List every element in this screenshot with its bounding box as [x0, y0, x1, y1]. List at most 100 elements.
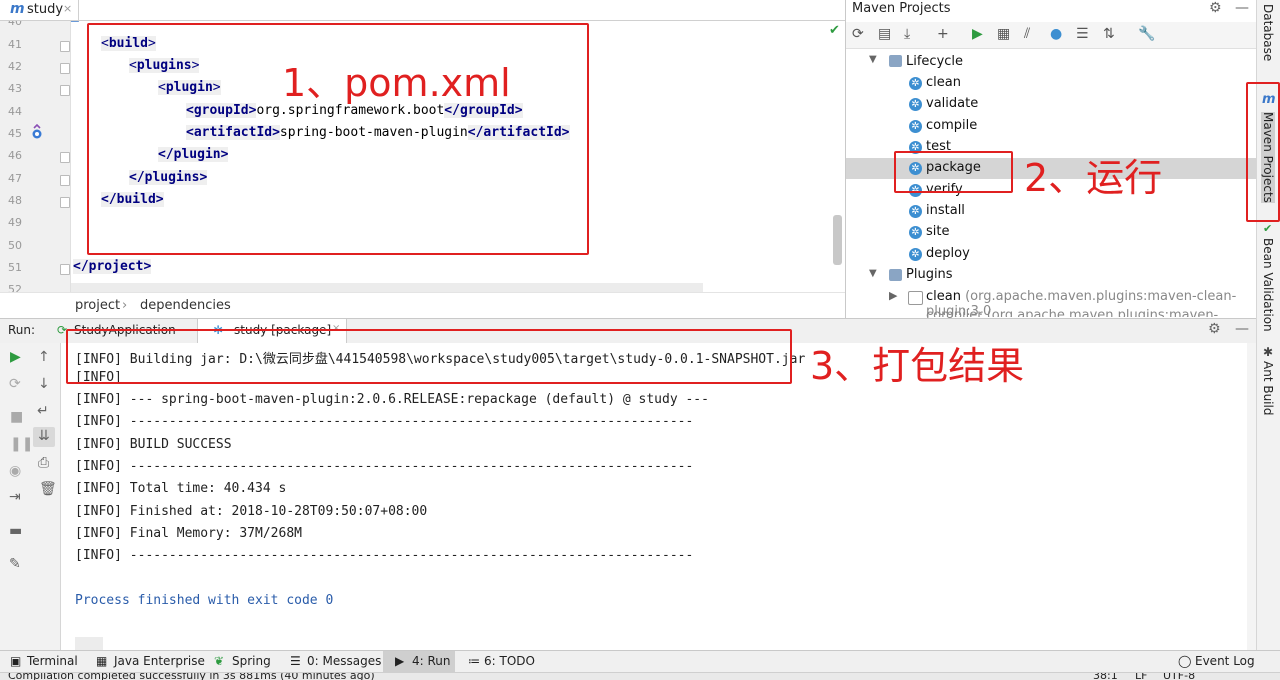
- exit-message: Process finished with exit code 0: [75, 593, 334, 608]
- side-tab-bean-validation[interactable]: Bean Validation: [1261, 238, 1275, 332]
- code-line-51: </project>: [73, 259, 152, 274]
- lifecycle-goal[interactable]: compile: [926, 118, 977, 133]
- messages-icon: ☰: [290, 654, 301, 668]
- console-cursor-area: [75, 637, 103, 650]
- tool-tab-run-active[interactable]: ▶ 4: Run: [383, 651, 455, 673]
- breadcrumb: project › dependencies: [0, 292, 845, 318]
- line-number: 43: [8, 82, 22, 95]
- line-number: 40: [8, 21, 22, 28]
- tool-tab-spring[interactable]: Spring: [232, 654, 271, 668]
- execute-goal-icon[interactable]: ▦: [997, 26, 1010, 42]
- stop-icon[interactable]: ■: [10, 409, 23, 425]
- skip-tests-icon[interactable]: ●: [1050, 26, 1062, 42]
- annotation-box-maven-tab: [1246, 82, 1280, 222]
- scroll-to-end-toggle[interactable]: ⇊: [33, 427, 55, 447]
- line-number: 50: [8, 239, 22, 252]
- chevron-down-icon[interactable]: ▼: [869, 268, 877, 279]
- add-icon[interactable]: +: [937, 26, 949, 42]
- generate-sources-icon[interactable]: ▤: [878, 26, 891, 42]
- close-icon[interactable]: ×: [63, 2, 72, 15]
- breadcrumb-separator: ›: [122, 298, 128, 313]
- refresh-icon[interactable]: ⟳: [852, 26, 864, 42]
- line-number: 48: [8, 194, 22, 207]
- spring-icon: ❦: [214, 654, 225, 668]
- tool-tab-event-log[interactable]: Event Log: [1195, 654, 1255, 668]
- debug-icon[interactable]: ⟳: [9, 376, 21, 392]
- console-line: [INFO] Total time: 40.434 s: [75, 481, 287, 496]
- pin-icon[interactable]: ✎: [9, 556, 21, 572]
- maven-file-icon: m: [10, 1, 25, 17]
- pause-icon[interactable]: ❚❚: [10, 436, 33, 452]
- side-tab-database[interactable]: Database: [1261, 4, 1275, 61]
- breadcrumb-item[interactable]: dependencies: [140, 298, 231, 313]
- fold-marker[interactable]: [60, 41, 70, 52]
- layout-icon[interactable]: ▬: [9, 523, 22, 539]
- editor-tab-label: study: [27, 2, 64, 17]
- run-icon[interactable]: ▶: [972, 26, 983, 42]
- console-line: [INFO] ---------------------------------…: [75, 414, 694, 429]
- print-icon[interactable]: ⎙: [38, 455, 49, 471]
- tree-node-lifecycle[interactable]: Lifecycle: [906, 54, 963, 69]
- fold-marker[interactable]: [60, 264, 70, 275]
- annotation-step-2: 2、运行: [1024, 156, 1163, 200]
- fold-marker[interactable]: [60, 197, 70, 208]
- goal-gear-icon: ✲: [909, 205, 922, 218]
- gear-icon[interactable]: ⚙: [1208, 321, 1221, 337]
- minimize-icon[interactable]: —: [1235, 321, 1249, 337]
- plugin-icon: [908, 291, 923, 305]
- lifecycle-goal[interactable]: clean: [926, 75, 961, 90]
- console-line: [INFO] Final Memory: 37M/268M: [75, 526, 302, 541]
- annotation-box-package: [894, 151, 1013, 193]
- horizontal-scrollbar[interactable]: [71, 283, 703, 292]
- fold-marker[interactable]: [60, 85, 70, 96]
- fold-marker[interactable]: [60, 152, 70, 163]
- console-output[interactable]: [INFO] Building jar: D:\微云同步盘\441540598\…: [61, 343, 1247, 650]
- toggle-offline-icon[interactable]: ⫽: [1024, 26, 1030, 42]
- rerun-icon[interactable]: ▶: [10, 349, 21, 365]
- line-number: 42: [8, 60, 22, 73]
- folder-icon: [889, 269, 902, 281]
- goal-gear-icon: ✲: [909, 98, 922, 111]
- wrench-icon[interactable]: 🔧: [1138, 26, 1155, 42]
- camera-icon[interactable]: ◉: [9, 463, 21, 479]
- goal-gear-icon: ✲: [909, 77, 922, 90]
- editor-tab-study[interactable]: m study ×: [0, 0, 79, 22]
- console-line: [INFO] Finished at: 2018-10-28T09:50:07+…: [75, 504, 428, 519]
- side-tab-ant-build[interactable]: Ant Build: [1261, 361, 1275, 415]
- tool-tab-java-enterprise[interactable]: Java Enterprise: [114, 654, 205, 668]
- exit-icon[interactable]: ⇥: [9, 489, 21, 505]
- tool-tab-terminal[interactable]: Terminal: [27, 654, 78, 668]
- tool-tab-messages[interactable]: 0: Messages: [307, 654, 381, 668]
- chevron-down-icon[interactable]: ▼: [869, 54, 877, 65]
- annotation-step-1: 1、pom.xml: [282, 61, 511, 105]
- soft-wrap-icon[interactable]: ↵: [37, 403, 49, 419]
- fold-marker[interactable]: [60, 175, 70, 186]
- collapse-all-icon[interactable]: ⇅: [1103, 26, 1115, 42]
- chevron-right-icon[interactable]: ▶: [889, 289, 897, 302]
- minimize-icon[interactable]: —: [1235, 0, 1249, 16]
- line-number: 46: [8, 149, 22, 162]
- lifecycle-goal[interactable]: site: [926, 224, 949, 239]
- run-icon: ▶: [395, 654, 405, 668]
- fold-marker[interactable]: [60, 63, 70, 74]
- up-arrow-icon[interactable]: ↑: [38, 349, 50, 365]
- tool-tab-todo[interactable]: 6: TODO: [484, 654, 535, 668]
- trash-icon[interactable]: 🗑: [39, 481, 57, 497]
- lifecycle-goal[interactable]: install: [926, 203, 965, 218]
- terminal-icon: ▣: [10, 654, 22, 668]
- download-icon[interactable]: ⤓: [904, 26, 910, 42]
- line-number: 41: [8, 38, 22, 51]
- line-number: 44: [8, 105, 22, 118]
- plugin-node-partial[interactable]: compiler (org.apache.maven.plugins:maven…: [926, 308, 1257, 317]
- console-scrollbar[interactable]: [1247, 343, 1256, 650]
- gear-icon[interactable]: ⚙: [1209, 0, 1222, 16]
- show-dependencies-icon[interactable]: ☰: [1076, 26, 1089, 42]
- down-arrow-icon[interactable]: ↓: [38, 376, 50, 392]
- lifecycle-goal[interactable]: validate: [926, 96, 978, 111]
- tree-node-plugins[interactable]: Plugins: [906, 267, 953, 282]
- editor-scrollbar-thumb[interactable]: [833, 215, 842, 265]
- tool-tab-run-label: 4: Run: [412, 654, 451, 668]
- breadcrumb-item[interactable]: project: [75, 298, 120, 313]
- lifecycle-goal[interactable]: deploy: [926, 246, 970, 261]
- run-gutter-icon[interactable]: [31, 123, 43, 139]
